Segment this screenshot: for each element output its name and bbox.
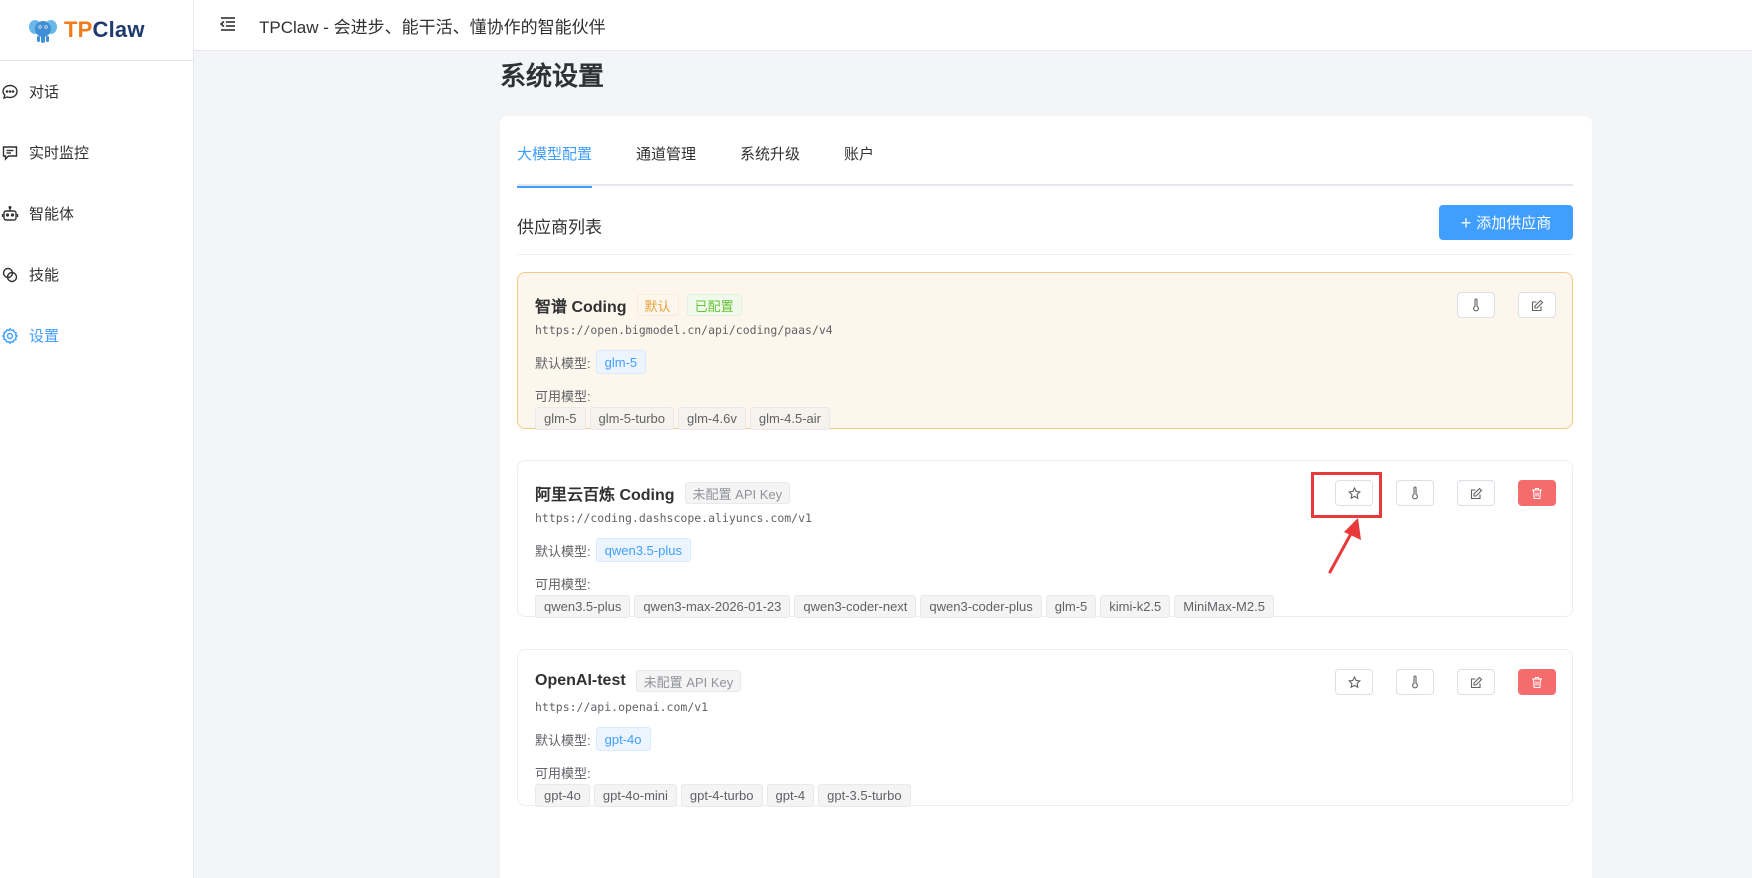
tab-channel-management[interactable]: 通道管理 bbox=[636, 144, 696, 186]
sidebar-item-settings[interactable]: 设置 bbox=[0, 305, 193, 366]
edit-icon bbox=[1470, 676, 1482, 688]
add-provider-label: 添加供应商 bbox=[1476, 215, 1552, 232]
model-chip: glm-4.6v bbox=[677, 407, 746, 430]
page-title: 系统设置 bbox=[500, 61, 605, 91]
logo-text: TPClaw bbox=[64, 17, 145, 42]
settings-panel: 大模型配置 通道管理 系统升级 账户 供应商列表 + 添加供应商 智谱 Codi… bbox=[500, 116, 1592, 878]
model-chip: qwen3.5-plus bbox=[535, 595, 631, 618]
header-title: TPClaw - 会进步、能干活、懂协作的智能伙伴 bbox=[259, 17, 606, 37]
available-models-list: gpt-4o gpt-4o-mini gpt-4-turbo gpt-4 gpt… bbox=[535, 784, 915, 807]
default-model-tag: gpt-4o bbox=[595, 727, 651, 751]
model-chip: glm-5 bbox=[535, 407, 586, 430]
elephant-logo-icon bbox=[29, 20, 57, 43]
sidebar-item-agents[interactable]: 智能体 bbox=[0, 183, 193, 244]
unconfigured-badge: 未配置 API Key bbox=[635, 670, 742, 692]
available-models-label: 可用模型: bbox=[535, 577, 591, 592]
available-models-label: 可用模型: bbox=[535, 389, 591, 404]
star-icon bbox=[1347, 486, 1361, 499]
edit-icon bbox=[1470, 487, 1482, 499]
default-model-tag: glm-5 bbox=[595, 350, 647, 374]
thermometer-icon bbox=[1412, 486, 1418, 500]
logo[interactable]: TPClaw bbox=[0, 0, 193, 61]
model-chip: glm-5-turbo bbox=[589, 407, 674, 430]
tab-llm-config[interactable]: 大模型配置 bbox=[517, 144, 593, 188]
model-chip: kimi-k2.5 bbox=[1100, 595, 1171, 618]
thermometer-icon bbox=[1473, 298, 1479, 312]
model-chip: qwen3-coder-plus bbox=[920, 595, 1042, 618]
thermometer-icon bbox=[1412, 675, 1418, 689]
settings-tabs: 大模型配置 通道管理 系统升级 账户 bbox=[517, 144, 1573, 188]
top-header: TPClaw - 会进步、能干活、懂协作的智能伙伴 bbox=[194, 0, 1752, 51]
set-default-button[interactable] bbox=[1335, 480, 1373, 506]
menu-fold-icon[interactable] bbox=[219, 15, 239, 35]
model-chip: glm-4.5-air bbox=[749, 407, 830, 430]
plus-icon: + bbox=[1460, 212, 1472, 233]
provider-list-header: 供应商列表 + 添加供应商 bbox=[517, 205, 1573, 255]
provider-name: OpenAI-test bbox=[535, 672, 626, 689]
configured-badge: 已配置 bbox=[686, 294, 742, 316]
delete-button[interactable] bbox=[1518, 669, 1556, 695]
trash-icon bbox=[1532, 676, 1542, 688]
default-model-label: 默认模型: bbox=[535, 732, 591, 748]
model-chip: gpt-4o-mini bbox=[593, 784, 677, 807]
sidebar-item-label: 实时监控 bbox=[29, 145, 90, 162]
sidebar-item-label: 技能 bbox=[29, 267, 60, 284]
edit-icon bbox=[1531, 299, 1543, 311]
provider-card: 阿里云百炼 Coding 未配置 API Key https://coding.… bbox=[517, 460, 1573, 618]
model-chip: qwen3-max-2026-01-23 bbox=[634, 595, 791, 618]
tab-system-upgrade[interactable]: 系统升级 bbox=[740, 144, 800, 186]
provider-url: https://api.openai.com/v1 bbox=[535, 700, 709, 714]
delete-button[interactable] bbox=[1518, 480, 1556, 506]
star-icon bbox=[1347, 675, 1361, 688]
edit-button[interactable] bbox=[1518, 292, 1556, 318]
edit-button[interactable] bbox=[1457, 480, 1495, 506]
tab-account[interactable]: 账户 bbox=[844, 144, 874, 186]
edit-button[interactable] bbox=[1457, 669, 1495, 695]
sidebar-item-chat[interactable]: 对话 bbox=[0, 61, 193, 122]
default-model-label: 默认模型: bbox=[535, 355, 591, 371]
default-model-label: 默认模型: bbox=[535, 543, 591, 559]
set-default-button[interactable] bbox=[1335, 669, 1373, 695]
unconfigured-badge: 未配置 API Key bbox=[684, 482, 791, 504]
available-models-label: 可用模型: bbox=[535, 766, 591, 781]
sidebar: TPClaw 对话 实时监控 智能体 技能 设置 bbox=[0, 0, 194, 878]
available-models-list: glm-5 glm-5-turbo glm-4.6v glm-4.5-air bbox=[535, 407, 834, 430]
sidebar-item-label: 对话 bbox=[29, 84, 60, 101]
model-chip: gpt-4-turbo bbox=[680, 784, 763, 807]
monitor-icon bbox=[0, 143, 20, 163]
gear-icon bbox=[0, 326, 20, 346]
default-badge: 默认 bbox=[636, 294, 679, 316]
provider-name: 阿里云百炼 Coding bbox=[535, 487, 675, 504]
chat-icon bbox=[0, 82, 20, 102]
available-models-list: qwen3.5-plus qwen3-max-2026-01-23 qwen3-… bbox=[535, 595, 1278, 618]
test-connection-button[interactable] bbox=[1457, 292, 1495, 318]
sidebar-item-skills[interactable]: 技能 bbox=[0, 244, 193, 305]
provider-name: 智谱 Coding bbox=[535, 299, 627, 316]
sidebar-item-label: 设置 bbox=[29, 328, 60, 345]
provider-url: https://open.bigmodel.cn/api/coding/paas… bbox=[535, 323, 833, 337]
sidebar-nav: 对话 实时监控 智能体 技能 设置 bbox=[0, 61, 193, 366]
provider-card: 智谱 Coding 默认 已配置 https://open.bigmodel.c… bbox=[517, 272, 1573, 430]
add-provider-button[interactable]: + 添加供应商 bbox=[1439, 205, 1573, 240]
provider-url: https://coding.dashscope.aliyuncs.com/v1 bbox=[535, 511, 812, 525]
default-model-tag: qwen3.5-plus bbox=[595, 538, 691, 562]
model-chip: qwen3-coder-next bbox=[794, 595, 917, 618]
skills-icon bbox=[0, 265, 20, 285]
trash-icon bbox=[1532, 487, 1542, 499]
sidebar-item-label: 智能体 bbox=[29, 206, 75, 223]
provider-card: OpenAI-test 未配置 API Key https://api.open… bbox=[517, 649, 1573, 807]
provider-list-title: 供应商列表 bbox=[517, 218, 602, 237]
model-chip: gpt-3.5-turbo bbox=[818, 784, 911, 807]
robot-icon bbox=[0, 204, 20, 224]
test-connection-button[interactable] bbox=[1396, 669, 1434, 695]
model-chip: gpt-4o bbox=[535, 784, 590, 807]
model-chip: glm-5 bbox=[1045, 595, 1097, 618]
sidebar-item-monitor[interactable]: 实时监控 bbox=[0, 122, 193, 183]
model-chip: gpt-4 bbox=[766, 784, 815, 807]
model-chip: MiniMax-M2.5 bbox=[1174, 595, 1274, 618]
test-connection-button[interactable] bbox=[1396, 480, 1434, 506]
